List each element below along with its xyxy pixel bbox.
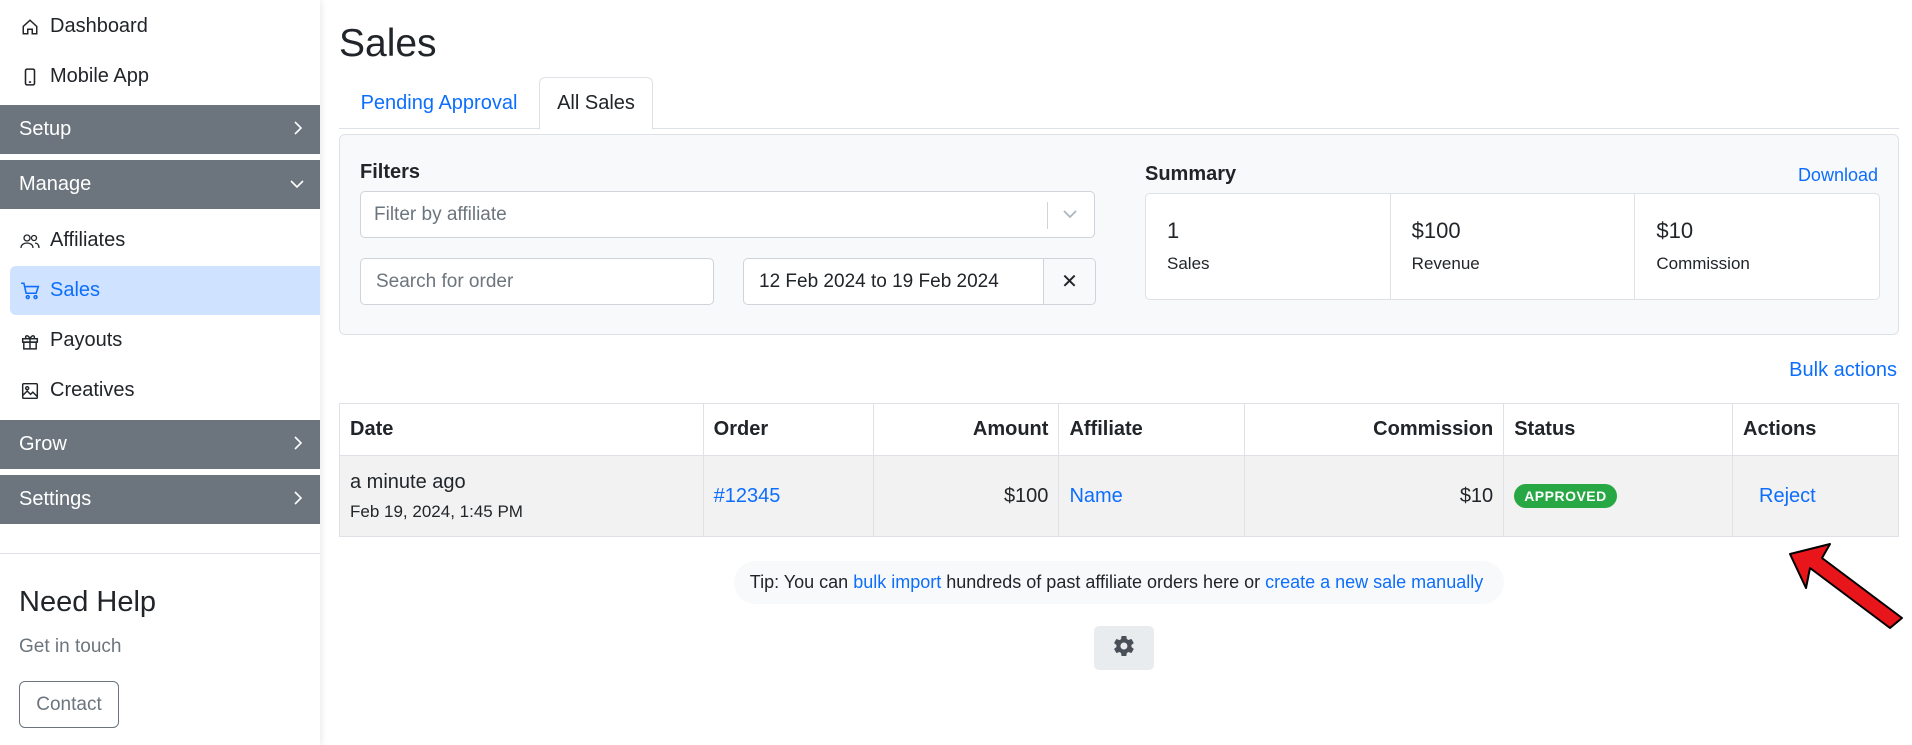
date-range-picker[interactable]: 12 Feb 2024 to 19 Feb 2024 ✕	[743, 258, 1096, 305]
sidebar-item-creatives[interactable]: Creatives	[10, 366, 320, 415]
sidebar-item-label: Creatives	[50, 379, 135, 401]
mobile-icon	[20, 67, 40, 87]
sidebar-item-dashboard[interactable]: Dashboard	[10, 2, 320, 51]
cell-amount: $100	[872, 455, 1060, 537]
sidebar-item-label: Mobile App	[50, 65, 149, 87]
tip-middle: hundreds of past affiliate orders here o…	[946, 572, 1261, 592]
clear-date-button[interactable]: ✕	[1043, 259, 1095, 304]
summary-commission: $10 Commission	[1635, 194, 1879, 299]
sidebar-group-setup[interactable]: Setup	[0, 105, 320, 154]
reject-button[interactable]: Reject	[1759, 485, 1816, 507]
summary-value: $100	[1411, 218, 1461, 243]
settings-gear-button[interactable]	[1094, 626, 1154, 670]
column-header-commission[interactable]: Commission	[1244, 403, 1505, 456]
cell-affiliate: Name	[1058, 455, 1246, 537]
date-relative: a minute ago	[350, 470, 466, 493]
gear-icon	[1112, 634, 1136, 663]
order-link[interactable]: #12345	[714, 485, 781, 507]
tip-banner: Tip: You can bulk import hundreds of pas…	[734, 561, 1504, 604]
chevron-right-icon	[292, 119, 304, 140]
gift-icon	[20, 331, 40, 351]
date-full: Feb 19, 2024, 1:45 PM	[350, 501, 523, 521]
sidebar-item-label: Affiliates	[50, 229, 126, 251]
tip-prefix: Tip: You can	[749, 572, 849, 592]
chevron-down-icon	[290, 174, 304, 195]
sidebar-group-manage[interactable]: Manage	[0, 160, 320, 209]
sidebar-item-label: Payouts	[50, 329, 123, 351]
page-title: Sales	[339, 22, 437, 65]
chevron-down-icon[interactable]	[1058, 202, 1082, 226]
date-range-value: 12 Feb 2024 to 19 Feb 2024	[759, 271, 999, 292]
contact-button[interactable]: Contact	[19, 681, 119, 728]
sidebar-item-affiliates[interactable]: Affiliates	[10, 216, 320, 265]
summary-heading: Summary	[1145, 163, 1237, 185]
summary-box: 1 Sales $100 Revenue $10 Commission	[1145, 193, 1880, 300]
cell-actions: Reject	[1732, 455, 1899, 537]
column-header-actions: Actions	[1732, 403, 1899, 456]
bulk-actions-link[interactable]: Bulk actions	[1789, 359, 1897, 382]
app-root: Dashboard Mobile App Setup Manage Affili…	[0, 0, 1912, 745]
summary-sales: 1 Sales	[1146, 194, 1391, 299]
summary-label: Commission	[1656, 254, 1750, 273]
tab-bar: Pending Approval All Sales	[339, 77, 1899, 130]
column-header-date[interactable]: Date	[339, 403, 704, 456]
select-separator	[1047, 202, 1048, 229]
table-row: a minute ago Feb 19, 2024, 1:45 PM #1234…	[339, 455, 1899, 537]
affiliate-filter-select[interactable]: Filter by affiliate	[360, 191, 1095, 238]
cell-commission: $10	[1244, 455, 1505, 537]
sidebar-group-label: Grow	[19, 433, 67, 455]
summary-revenue: $100 Revenue	[1391, 194, 1636, 299]
sidebar-item-payouts[interactable]: Payouts	[10, 316, 320, 365]
cart-icon	[20, 281, 40, 301]
affiliate-link[interactable]: Name	[1069, 485, 1122, 507]
sidebar-group-grow[interactable]: Grow	[0, 420, 320, 469]
tab-pending-approval[interactable]: Pending Approval	[339, 77, 539, 129]
users-icon	[20, 231, 40, 251]
chevron-right-icon	[292, 434, 304, 455]
sales-table: Date Order Amount Affiliate Commission S…	[339, 403, 1899, 537]
help-subtitle: Get in touch	[19, 636, 122, 657]
filters-heading: Filters	[360, 161, 421, 183]
column-header-affiliate[interactable]: Affiliate	[1058, 403, 1246, 456]
sidebar-item-sales[interactable]: Sales	[10, 266, 320, 315]
bulk-import-link[interactable]: bulk import	[853, 572, 941, 593]
status-badge: APPROVED	[1514, 484, 1617, 508]
summary-label: Revenue	[1411, 254, 1480, 273]
tab-all-sales[interactable]: All Sales	[539, 77, 653, 130]
column-header-status[interactable]: Status	[1503, 403, 1734, 456]
affiliate-filter-placeholder: Filter by affiliate	[374, 204, 507, 225]
sidebar: Dashboard Mobile App Setup Manage Affili…	[0, 0, 320, 745]
table-header-row: Date Order Amount Affiliate Commission S…	[339, 403, 1899, 456]
sidebar-item-mobile-app[interactable]: Mobile App	[10, 52, 320, 101]
column-header-order[interactable]: Order	[702, 403, 874, 456]
create-sale-link[interactable]: create a new sale manually	[1265, 572, 1483, 593]
cell-order: #12345	[702, 455, 874, 537]
sidebar-group-label: Setup	[19, 118, 72, 140]
sidebar-group-label: Settings	[19, 488, 92, 510]
chevron-right-icon	[292, 489, 304, 510]
summary-label: Sales	[1167, 254, 1210, 273]
cell-status: APPROVED	[1503, 455, 1734, 537]
summary-value: 1	[1167, 218, 1180, 243]
sidebar-group-settings[interactable]: Settings	[0, 475, 320, 524]
home-icon	[20, 17, 40, 37]
cell-date: a minute ago Feb 19, 2024, 1:45 PM	[339, 455, 704, 537]
sidebar-item-label: Dashboard	[50, 15, 148, 37]
order-search-input[interactable]	[360, 258, 714, 305]
summary-value: $10	[1656, 218, 1694, 243]
filter-card: Filters Filter by affiliate 12 Feb 2024 …	[339, 134, 1899, 335]
help-title: Need Help	[19, 586, 157, 618]
download-link[interactable]: Download	[1798, 165, 1878, 186]
sidebar-divider	[0, 553, 320, 554]
annotation-arrow-icon	[1789, 543, 1903, 629]
sidebar-group-label: Manage	[19, 173, 92, 195]
image-icon	[20, 381, 40, 401]
sidebar-item-label: Sales	[50, 279, 101, 301]
column-header-amount[interactable]: Amount	[872, 403, 1060, 456]
